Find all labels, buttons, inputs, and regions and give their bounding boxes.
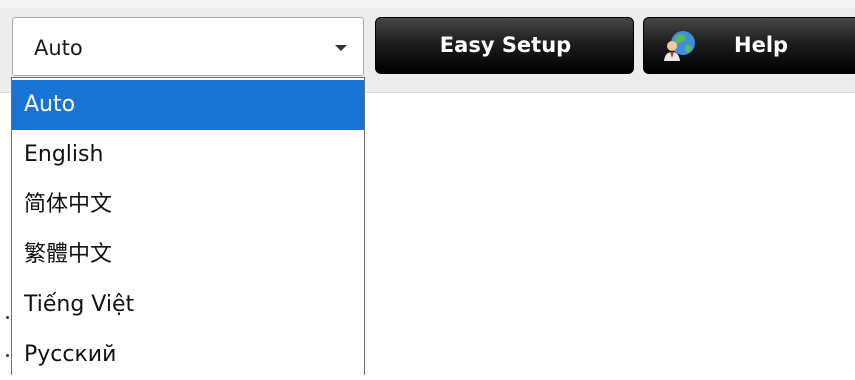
- easy-setup-button[interactable]: Easy Setup: [375, 17, 634, 74]
- language-option-vietnamese[interactable]: Tiếng Việt: [12, 280, 364, 330]
- language-select-value: Auto: [34, 36, 83, 60]
- language-dropdown-list: Auto English 简体中文 繁體中文 Tiếng Việt Русски…: [11, 77, 365, 375]
- chevron-down-icon[interactable]: [335, 45, 347, 51]
- globe-person-icon: [664, 31, 695, 61]
- language-select[interactable]: Auto: [12, 17, 364, 76]
- edge-mark: [6, 354, 9, 357]
- easy-setup-label: Easy Setup: [439, 33, 572, 57]
- language-option-english[interactable]: English: [12, 130, 364, 180]
- language-option-auto[interactable]: Auto: [12, 80, 364, 130]
- edge-mark: [6, 316, 9, 319]
- top-strip: [0, 0, 855, 8]
- help-button[interactable]: Help: [643, 17, 855, 74]
- language-option-simplified-chinese[interactable]: 简体中文: [12, 180, 364, 230]
- help-label: Help: [734, 33, 789, 57]
- language-option-traditional-chinese[interactable]: 繁體中文: [12, 230, 364, 280]
- language-option-russian[interactable]: Русский: [12, 330, 364, 380]
